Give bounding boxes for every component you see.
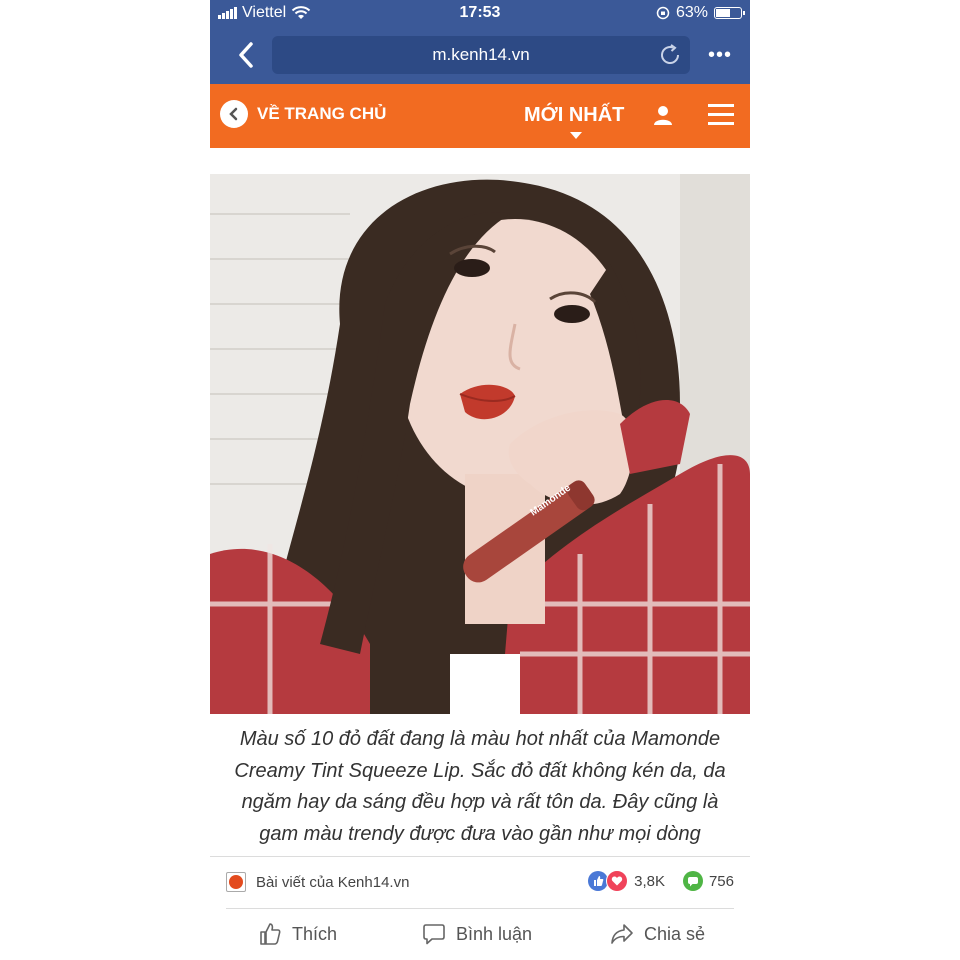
comment-count-icon	[682, 871, 703, 891]
share-icon	[611, 924, 633, 944]
url-text: m.kenh14.vn	[432, 45, 530, 64]
status-bar: Viettel 17:53 63%	[210, 0, 750, 28]
reload-icon[interactable]	[658, 43, 682, 67]
battery-group: 63%	[656, 4, 745, 22]
photo-caption: Màu số 10 đỏ đất đang là màu hot nhất củ…	[234, 728, 726, 845]
comment-label: Bình luận	[456, 923, 533, 944]
phone-screen: Viettel 17:53 63% m.kenh14.vn ••• VỀ TRA…	[210, 0, 750, 960]
comment-icon	[423, 924, 445, 945]
like-button[interactable]: Thích	[258, 922, 337, 946]
share-button[interactable]: Chia sẻ	[610, 922, 705, 946]
home-button[interactable]: VỀ TRANG CHỦ	[220, 100, 386, 128]
post-actions: Thích Bình luận Chia sẻ	[210, 914, 750, 958]
divider	[226, 908, 734, 909]
thumbs-up-icon	[260, 923, 281, 945]
site-nav: VỀ TRANG CHỦ MỚI NHẤT	[210, 84, 750, 148]
battery-level	[716, 9, 730, 17]
photo-illustration: Mamonde	[210, 174, 750, 714]
comment-button[interactable]: Bình luận	[422, 922, 532, 946]
battery-percent: 63%	[675, 4, 708, 21]
chevron-left-icon	[220, 100, 248, 128]
post-meta: Bài viết của Kenh14.vn 3,8K 756	[210, 864, 750, 900]
divider	[210, 856, 750, 857]
article-photo: Mamonde	[210, 174, 750, 714]
more-options-icon[interactable]: •••	[708, 45, 732, 65]
love-reaction-icon	[606, 870, 629, 892]
browser-toolbar: m.kenh14.vn •••	[210, 28, 750, 84]
home-label: VỀ TRANG CHỦ	[257, 104, 387, 123]
share-label: Chia sẻ	[644, 923, 706, 944]
battery-icon	[714, 7, 745, 19]
user-icon[interactable]	[652, 104, 674, 126]
reaction-count: 3,8K	[634, 872, 665, 890]
orientation-lock-icon	[656, 6, 670, 20]
like-label: Thích	[292, 923, 338, 944]
post-source[interactable]: Bài viết của Kenh14.vn	[226, 872, 409, 892]
source-label: Bài viết của Kenh14.vn	[256, 873, 410, 891]
hamburger-menu-icon[interactable]	[708, 104, 734, 131]
newest-tab[interactable]: MỚI NHẤT	[524, 104, 624, 127]
back-arrow-icon[interactable]	[232, 40, 262, 70]
url-field[interactable]: m.kenh14.vn	[272, 36, 690, 74]
caret-down-icon	[570, 132, 582, 139]
like-reaction-icon	[588, 871, 609, 891]
comment-count: 756	[708, 872, 734, 890]
kenh14-logo-icon	[226, 872, 246, 892]
post-stats[interactable]: 3,8K 756	[588, 870, 734, 892]
